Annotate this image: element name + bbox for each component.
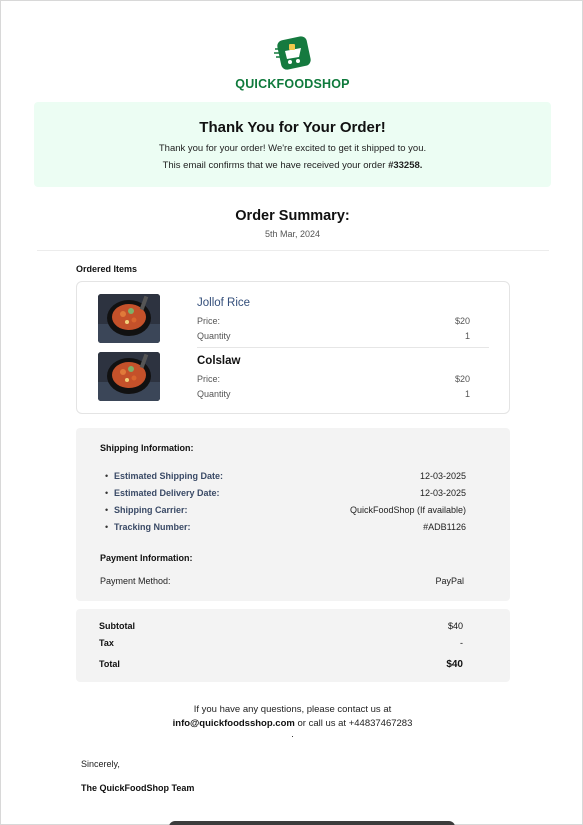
shipping-label: Shipping Carrier: [114, 505, 188, 515]
signoff-team: The QuickFoodShop Team [81, 783, 195, 793]
item-name: Jollof Rice [197, 297, 251, 309]
price-value: $20 [454, 316, 470, 326]
signoff-sincerely: Sincerely, [81, 759, 120, 769]
shipping-value: 12-03-2025 [419, 471, 466, 481]
shipping-label: Estimated Delivery Date: [114, 488, 220, 498]
colslaw-bowl-image [98, 352, 160, 401]
brand-name: QUICKFOODSHOP [235, 77, 350, 91]
contact-trailing: . [291, 729, 294, 740]
shipping-info-title: Shipping Information: [100, 443, 194, 453]
thank-you-title: Thank You for Your Order! [199, 119, 386, 136]
order-confirmation-prefix: This email confirms that we have receive… [162, 159, 386, 171]
order-summary-title: Order Summary: [235, 208, 350, 224]
list-item: Colslaw Price: $20 Quantity 1 [77, 352, 511, 404]
tax-value: - [460, 638, 463, 648]
email-page: QUICKFOODSHOP Thank You for Your Order! … [0, 0, 583, 825]
totals-panel: Subtotal $40 Tax - Total $40 [76, 609, 510, 682]
food-cart-icon [273, 36, 311, 70]
tracking-number: #ADB1126 [423, 522, 466, 532]
quantity-value: 1 [464, 389, 470, 399]
item-name: Colslaw [197, 355, 241, 367]
price-label: Price: [197, 316, 221, 326]
shipping-value: 12-03-2025 [419, 488, 466, 498]
contact-phone: or call us at +44837467283 [297, 718, 413, 729]
bullet-icon: • [105, 471, 109, 481]
list-item: Jollof Rice Price: $20 Quantity 1 [77, 294, 511, 346]
order-confirmation-text: This email confirms that we have receive… [34, 159, 551, 171]
bullet-icon: • [105, 522, 109, 532]
thank-you-message: Thank you for your order! We're excited … [158, 143, 427, 154]
contact-email-link[interactable]: info@quickfoodsshop.com [173, 718, 295, 729]
item-divider [197, 347, 489, 348]
divider [37, 250, 549, 251]
ordered-items-heading: Ordered Items [76, 264, 138, 274]
contact-line: If you have any questions, please contac… [193, 704, 392, 715]
thank-you-banner: Thank You for Your Order! Thank you for … [34, 102, 551, 187]
total-value: $40 [446, 659, 463, 670]
jollof-rice-bowl-image [98, 294, 160, 343]
quantity-label: Quantity [197, 389, 231, 399]
ordered-items-list: Jollof Rice Price: $20 Quantity 1 Colsla… [76, 281, 510, 414]
payment-method-label: Payment Method: [100, 576, 171, 586]
subtotal-value: $40 [447, 621, 463, 631]
bullet-icon: • [105, 488, 109, 498]
tax-label: Tax [99, 638, 114, 648]
quantity-value: 1 [464, 331, 470, 341]
bottom-bar [169, 821, 455, 825]
shipping-label: Tracking Number: [114, 522, 191, 532]
contact-info: If you have any questions, please contac… [1, 703, 583, 739]
quantity-label: Quantity [197, 331, 231, 341]
bullet-icon: • [105, 505, 109, 515]
brand-header: QUICKFOODSHOP [1, 35, 583, 91]
payment-method-value: PayPal [435, 576, 464, 586]
payment-info-title: Payment Information: [100, 553, 193, 563]
subtotal-label: Subtotal [99, 621, 135, 631]
price-value: $20 [454, 374, 470, 384]
order-number: #33258. [388, 159, 423, 171]
total-label: Total [99, 659, 120, 669]
shipping-payment-panel: Shipping Information: • Estimated Shippi… [76, 428, 510, 601]
order-date: 5th Mar, 2024 [264, 229, 321, 239]
price-label: Price: [197, 374, 221, 384]
shipping-value: QuickFoodShop (If available) [349, 505, 466, 515]
shipping-label: Estimated Shipping Date: [114, 471, 224, 481]
